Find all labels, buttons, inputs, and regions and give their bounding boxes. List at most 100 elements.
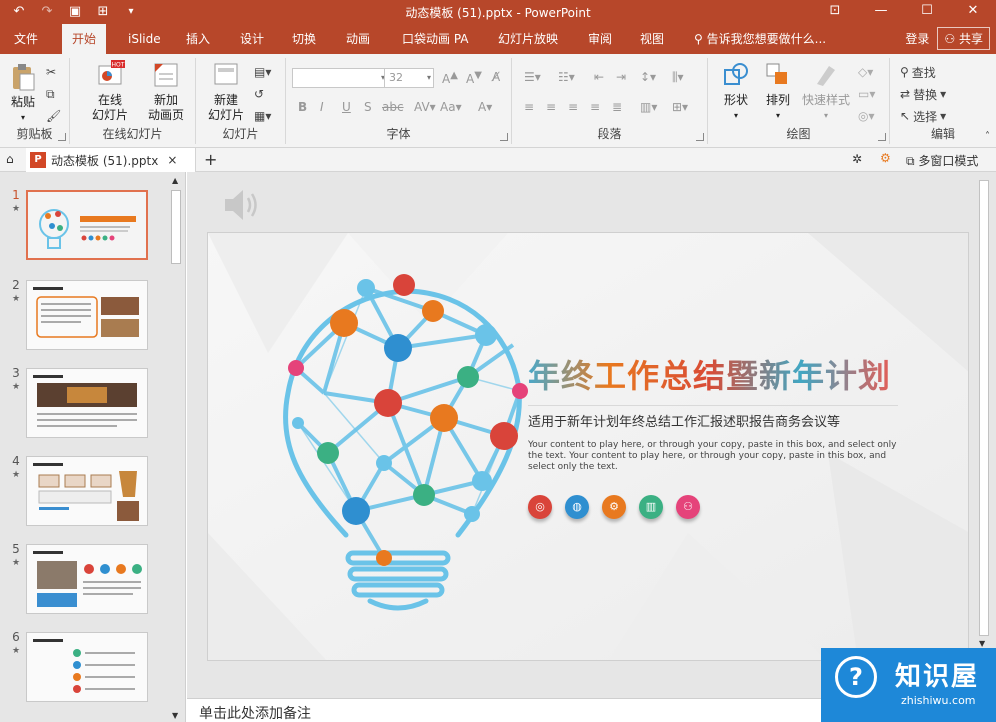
tab-animations[interactable]: 动画 <box>336 24 380 54</box>
italic-icon[interactable]: I <box>320 100 324 114</box>
shadow-icon[interactable]: S <box>364 100 372 114</box>
drawing-launcher[interactable] <box>878 133 886 141</box>
cut-icon[interactable]: ✂ <box>46 62 56 82</box>
collapse-ribbon-icon[interactable]: ˄ <box>985 131 990 142</box>
tab-islide[interactable]: iSlide <box>118 24 171 54</box>
font-family-combo[interactable]: ▾ <box>292 68 388 88</box>
format-painter-icon[interactable]: 🖌 <box>46 106 61 126</box>
bold-icon[interactable]: B <box>298 100 307 114</box>
ribbon-display-options-icon[interactable]: ⊡ <box>812 0 858 24</box>
tab-slideshow[interactable]: 幻灯片放映 <box>488 24 568 54</box>
strikethrough-icon[interactable]: abc <box>382 100 404 114</box>
shape-fill-icon[interactable]: ◇▾ <box>858 62 873 82</box>
bullets-icon[interactable]: ☰▾ <box>524 70 541 84</box>
slide-thumbnail-5[interactable] <box>26 544 148 614</box>
gear-icon[interactable]: ⚙ <box>880 151 891 165</box>
login-link[interactable]: 登录 <box>905 30 929 47</box>
change-case-icon[interactable]: Aa▾ <box>440 100 462 114</box>
tell-me-box[interactable]: ⚲ 告诉我您想要做什么... <box>684 24 836 54</box>
replace-button[interactable]: ⇄ 替换 ▾ <box>900 84 946 104</box>
close-tab-icon[interactable]: × <box>167 153 177 167</box>
slide-thumbnail-4[interactable] <box>26 456 148 526</box>
align-center-icon[interactable]: ≡ <box>546 100 556 114</box>
settings-star-icon[interactable]: ✲ <box>852 152 862 166</box>
clipboard-launcher[interactable] <box>58 133 66 141</box>
find-button[interactable]: ⚲ 查找 <box>900 62 936 82</box>
tab-review[interactable]: 审阅 <box>578 24 622 54</box>
thumbnail-scroll-thumb[interactable] <box>171 190 181 264</box>
smartart-icon[interactable]: ⊞▾ <box>672 100 688 114</box>
slide-subtitle[interactable]: 适用于新年计划年终总结工作汇报述职报告商务会议等 <box>528 411 840 430</box>
tell-me-text: 告诉我您想要做什么... <box>706 32 827 46</box>
shrink-font-icon[interactable]: A▼ <box>466 70 482 86</box>
tab-home[interactable]: 开始 <box>62 24 107 54</box>
char-spacing-icon[interactable]: AV▾ <box>414 100 436 114</box>
underline-icon[interactable]: U <box>342 100 351 114</box>
distribute-icon[interactable]: ≣ <box>612 100 622 114</box>
align-left-icon[interactable]: ≡ <box>524 100 534 114</box>
copy-icon[interactable]: ⧉ <box>46 84 55 104</box>
text-direction-icon[interactable]: ⫼▾ <box>672 70 684 85</box>
align-right-icon[interactable]: ≡ <box>568 100 578 114</box>
tab-insert[interactable]: 插入 <box>176 24 220 54</box>
shape-outline-icon[interactable]: ▭▾ <box>858 84 875 104</box>
font-color-icon[interactable]: A▾ <box>478 100 492 114</box>
slide-scroll-thumb[interactable] <box>979 180 989 636</box>
chevron-down-icon: ▾ <box>426 73 431 82</box>
justify-icon[interactable]: ≡ <box>590 100 600 114</box>
grow-font-icon[interactable]: A▲ <box>442 70 458 86</box>
quick-styles-button[interactable]: 快速样式 ▾ <box>800 60 852 123</box>
slide-thumbnail-1[interactable] <box>26 190 148 260</box>
slide-thumbnail-2[interactable] <box>26 280 148 350</box>
scroll-down-icon[interactable]: ▼ <box>172 711 178 720</box>
line-spacing-icon[interactable]: ↕▾ <box>640 70 656 84</box>
powerpoint-file-icon: P <box>30 152 46 168</box>
close-icon[interactable]: ✕ <box>950 0 996 24</box>
shape-effects-icon[interactable]: ◎▾ <box>858 106 875 126</box>
paragraph-launcher[interactable] <box>696 133 704 141</box>
slide-thumbnail-pane: 1 ★ 2 ★ 3 ★ 4 ★ 5 ★ 6 ★ ▲ ▼ <box>0 172 186 722</box>
slide-thumbnail-6[interactable] <box>26 632 148 702</box>
paste-icon <box>13 64 35 91</box>
clear-format-icon[interactable]: A̸ <box>492 70 500 84</box>
font-size-combo[interactable]: 32 ▾ <box>384 68 434 88</box>
font-launcher[interactable] <box>500 133 508 141</box>
layout-icon[interactable]: ▤▾ <box>254 62 271 82</box>
tab-pocket-animation[interactable]: 口袋动画 PA <box>392 24 479 54</box>
new-animation-page-button[interactable]: 新加 动画页 <box>142 60 190 123</box>
thumbnail-scrollbar[interactable]: ▲ ▼ <box>168 176 184 722</box>
tab-transitions[interactable]: 切换 <box>282 24 326 54</box>
reset-icon[interactable]: ↺ <box>254 84 264 104</box>
slide-scrollbar[interactable]: ▼ <box>973 172 996 652</box>
minimize-icon[interactable]: — <box>858 0 904 24</box>
tab-file[interactable]: 文件 <box>4 24 48 54</box>
tab-design[interactable]: 设计 <box>230 24 274 54</box>
slide-canvas[interactable]: 年终工作总结暨新年计划 适用于新年计划年终总结工作汇报述职报告商务会议等 You… <box>207 232 969 661</box>
new-slide-button[interactable]: 新建 幻灯片 <box>202 60 250 123</box>
share-button[interactable]: ⚇ 共享 <box>937 27 990 50</box>
slide-title[interactable]: 年终工作总结暨新年计划 <box>528 351 891 397</box>
slide-body-text[interactable]: Your content to play here, or through yo… <box>528 440 908 473</box>
home-tab-icon[interactable]: ⌂ <box>6 152 14 166</box>
numbering-icon[interactable]: ☷▾ <box>558 70 575 84</box>
shapes-button[interactable]: 形状 ▾ <box>716 60 756 123</box>
arrange-button[interactable]: 排列 ▾ <box>758 60 798 123</box>
maximize-icon[interactable]: ☐ <box>904 0 950 24</box>
select-button[interactable]: ↖ 选择 ▾ <box>900 106 946 126</box>
decrease-indent-icon[interactable]: ⇤ <box>594 70 604 84</box>
slide-thumbnail-3[interactable] <box>26 368 148 438</box>
slide-number: 6 ★ <box>11 630 21 656</box>
paste-button[interactable]: 粘贴 ▾ <box>6 62 40 125</box>
window-icon: ⧉ <box>906 154 915 168</box>
multi-window-button[interactable]: ⧉ 多窗口模式 <box>906 152 978 169</box>
online-slide-button[interactable]: HOT 在线 幻灯片 <box>86 60 134 123</box>
increase-indent-icon[interactable]: ⇥ <box>616 70 626 84</box>
scroll-down-icon[interactable]: ▼ <box>979 639 985 648</box>
document-tab[interactable]: P 动态模板 (51).pptx × <box>26 148 196 172</box>
section-icon[interactable]: ▦▾ <box>254 106 271 126</box>
columns-icon[interactable]: ▥▾ <box>640 100 657 114</box>
tab-view[interactable]: 视图 <box>630 24 674 54</box>
scroll-up-icon[interactable]: ▲ <box>172 176 178 185</box>
add-tab-icon[interactable]: + <box>204 150 217 169</box>
speaker-icon[interactable] <box>221 186 261 224</box>
